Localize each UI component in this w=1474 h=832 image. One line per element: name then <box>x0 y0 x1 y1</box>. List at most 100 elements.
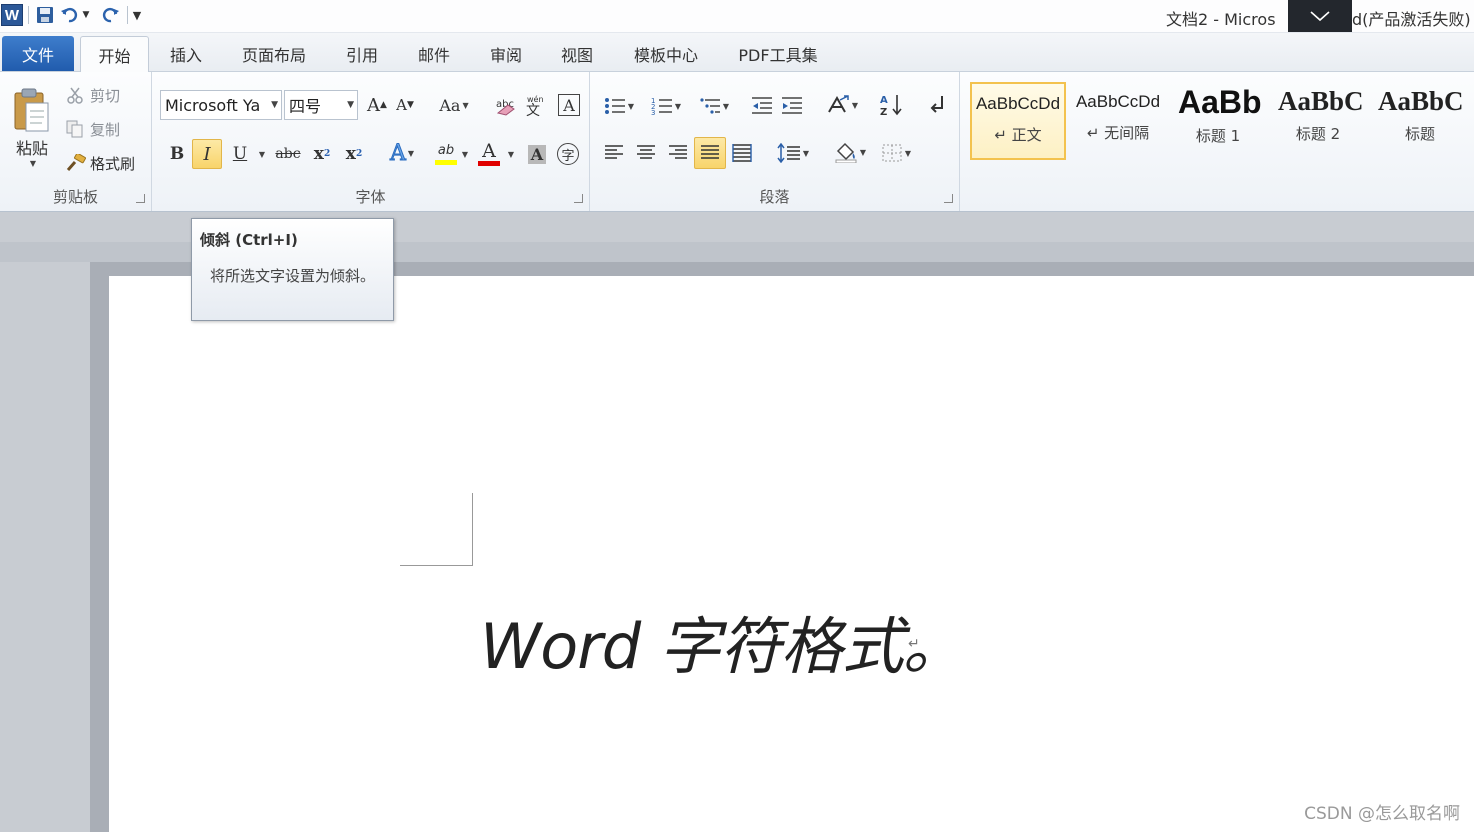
strikethrough-button[interactable]: abc <box>272 140 304 168</box>
align-right-button[interactable] <box>664 138 692 168</box>
italic-tooltip: 倾斜 (Ctrl+I) 将所选文字设置为倾斜。 <box>191 218 394 321</box>
line-spacing-button[interactable]: ▼ <box>774 138 812 168</box>
underline-button[interactable]: U <box>228 140 252 168</box>
chinese-layout-icon <box>828 95 849 113</box>
decrease-indent-button[interactable] <box>748 92 776 120</box>
font-dialog-launcher[interactable] <box>574 194 583 203</box>
phonetic-guide-button[interactable]: wén 文 <box>522 90 550 120</box>
change-case-button[interactable]: Aa ▼ <box>436 92 472 118</box>
font-color-dropdown-icon[interactable]: ▼ <box>504 140 516 168</box>
copy-button[interactable]: 复制 <box>66 116 120 142</box>
font-size-combo[interactable]: 四号 ▼ <box>284 90 358 120</box>
align-left-icon <box>605 145 623 159</box>
enclose-characters-button[interactable]: 字 <box>554 140 582 168</box>
shading-button[interactable]: ▼ <box>830 136 870 168</box>
title-bar: W ▼ ▼ 文档2 - Micros d(产品激活失败) <box>0 0 1474 33</box>
scissors-icon <box>67 87 83 104</box>
show-marks-button[interactable] <box>924 90 952 120</box>
style-normal[interactable]: AaBbCcDd ↵ 正文 <box>970 82 1066 160</box>
superscript-button[interactable]: x2 <box>340 140 368 168</box>
font-name-combo[interactable]: Microsoft Ya ▼ <box>160 90 282 120</box>
tab-view[interactable]: 视图 <box>551 36 603 72</box>
highlight-glyph: ab <box>437 142 455 158</box>
align-center-button[interactable] <box>632 138 660 168</box>
clipboard-dialog-launcher[interactable] <box>136 194 145 203</box>
style-heading-1-name: 标题 1 <box>1195 127 1241 145</box>
tab-review[interactable]: 审阅 <box>480 36 532 72</box>
copy-icon <box>66 120 83 138</box>
copy-label: 复制 <box>90 120 121 139</box>
align-right-icon <box>669 145 687 159</box>
borders-button[interactable]: ▼ <box>876 138 916 168</box>
tab-templates[interactable]: 模板中心 <box>622 36 710 72</box>
style-normal-name: ↵ 正文 <box>994 126 1042 144</box>
document-text[interactable]: Word 字符格式。 <box>480 596 965 686</box>
style-title[interactable]: AaBbC 标题 <box>1370 82 1470 160</box>
tab-mailings[interactable]: 邮件 <box>408 36 460 72</box>
tab-references[interactable]: 引用 <box>336 36 388 72</box>
undo-icon[interactable] <box>57 2 81 28</box>
bold-button[interactable]: B <box>164 140 190 168</box>
word-app-icon[interactable]: W <box>0 2 24 28</box>
underline-dropdown-icon[interactable]: ▼ <box>254 140 268 168</box>
svg-text:A: A <box>880 95 888 106</box>
phonetic-guide-icon: wén文 <box>526 94 544 117</box>
italic-button[interactable]: I <box>192 139 222 169</box>
clear-formatting-button[interactable]: abc <box>492 90 520 120</box>
tab-home[interactable]: 开始 <box>80 36 149 73</box>
qat-separator <box>28 6 29 24</box>
chinese-layout-button[interactable]: ▼ <box>822 90 862 120</box>
quick-access-toolbar: W ▼ ▼ <box>0 2 142 28</box>
paste-label: 粘贴 <box>15 138 48 158</box>
highlight-dropdown-icon[interactable]: ▼ <box>458 140 470 168</box>
tab-file[interactable]: 文件 <box>2 36 74 71</box>
paragraph-dialog-launcher[interactable] <box>944 194 953 203</box>
grow-font-button[interactable]: A ▲ <box>364 92 390 118</box>
justify-button[interactable] <box>694 137 726 169</box>
save-icon[interactable] <box>33 2 57 28</box>
undo-dropdown-icon[interactable]: ▼ <box>81 10 91 20</box>
bullets-button[interactable]: ▼ <box>600 92 638 120</box>
multilevel-list-button[interactable]: ▼ <box>694 92 734 120</box>
shrink-font-button[interactable]: A ▼ <box>392 92 418 118</box>
subscript-button[interactable]: x2 <box>308 140 336 168</box>
character-border-button[interactable]: A <box>554 90 584 120</box>
superscript-glyph: x <box>345 144 356 164</box>
qat-separator <box>127 6 128 24</box>
style-no-spacing[interactable]: AaBbCcDd ↵ 无间隔 <box>1070 82 1166 160</box>
format-painter-button[interactable]: 格式刷 <box>66 150 135 176</box>
cut-button[interactable]: 剪切 <box>66 82 120 108</box>
ribbon-collapse-button[interactable] <box>1288 0 1352 32</box>
align-center-icon <box>637 145 655 159</box>
paragraph-group-label: 段落 <box>759 188 790 206</box>
highlight-color-bar <box>435 159 457 165</box>
margin-corner-mark <box>400 493 473 566</box>
font-name-dropdown-icon[interactable]: ▼ <box>271 100 278 110</box>
cut-label: 剪切 <box>90 86 121 105</box>
document-page[interactable] <box>109 276 1474 832</box>
style-heading-2[interactable]: AaBbC 标题 2 <box>1270 82 1366 160</box>
paste-button[interactable]: 粘贴 ▼ <box>6 78 58 176</box>
style-title-sample: AaBbC <box>1378 86 1464 116</box>
align-left-button[interactable] <box>600 138 628 168</box>
redo-icon[interactable] <box>99 2 123 28</box>
text-effects-button[interactable]: A ▼ <box>384 138 420 168</box>
sort-button[interactable]: AZ <box>876 90 908 120</box>
font-group: Microsoft Ya ▼ 四号 ▼ A ▲ A ▼ Aa ▼ abc wén 文 A B… <box>152 72 590 211</box>
font-color-bar <box>478 161 500 166</box>
style-heading-1[interactable]: AaBb 标题 1 <box>1170 82 1266 160</box>
distributed-align-icon <box>732 144 752 162</box>
paragraph-group: ▼ 1 2 3 ▼ ▼ ▼ AZ ▼ ▼ ▼ 段落 <box>590 72 960 211</box>
distributed-button[interactable] <box>728 138 756 168</box>
borders-icon <box>882 144 902 162</box>
tab-insert[interactable]: 插入 <box>160 36 212 72</box>
increase-indent-button[interactable] <box>778 92 806 120</box>
font-size-dropdown-icon[interactable]: ▼ <box>347 100 354 110</box>
font-color-button[interactable]: A <box>474 138 504 170</box>
character-shading-button[interactable]: A <box>524 140 550 168</box>
numbering-button[interactable]: 1 2 3 ▼ <box>646 92 686 120</box>
tab-page-layout[interactable]: 页面布局 <box>232 36 316 72</box>
tab-pdf-tools[interactable]: PDF工具集 <box>730 36 826 72</box>
customize-dropdown-icon[interactable]: ▼ <box>132 9 142 22</box>
text-effects-glyph: A <box>389 140 406 166</box>
